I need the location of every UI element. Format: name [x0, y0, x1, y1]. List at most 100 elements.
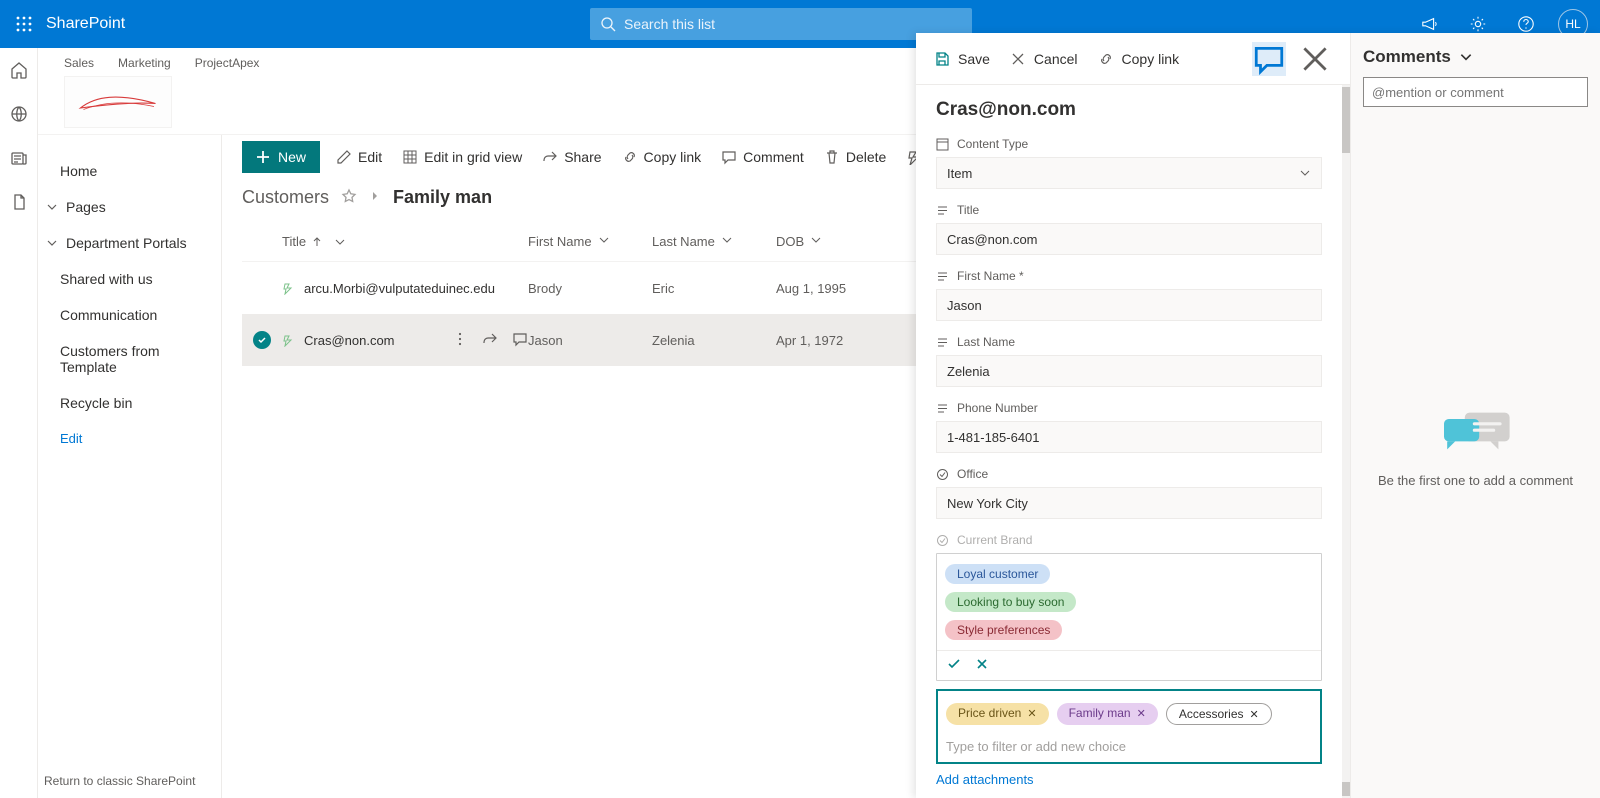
content-type-icon: [936, 138, 949, 151]
selected-chips: Price driven ✕ Family man ✕ Accessories✕: [946, 699, 1312, 729]
panel-save-label: Save: [958, 51, 990, 67]
choice-filter-input[interactable]: [946, 739, 1312, 754]
phone-input[interactable]: [936, 421, 1322, 453]
confirm-icon[interactable]: [947, 657, 961, 674]
brand-label: Current Brand: [957, 533, 1032, 547]
col-first-name[interactable]: First Name: [528, 234, 652, 249]
nav-shared[interactable]: Shared with us: [38, 261, 221, 297]
panel-cancel-button[interactable]: Cancel: [1010, 51, 1078, 67]
hub-nav-marketing[interactable]: Marketing: [118, 56, 171, 70]
copylink-label: Copy link: [644, 149, 702, 165]
text-icon: [936, 270, 949, 283]
cell-title[interactable]: arcu.Morbi@vulputateduinec.edu: [282, 281, 528, 296]
col-last-name[interactable]: Last Name: [652, 234, 776, 249]
row-comment-icon[interactable]: [512, 331, 528, 350]
comment-button[interactable]: Comment: [717, 149, 808, 165]
cell-last: Zelenia: [652, 333, 776, 348]
choice-input-box[interactable]: Price driven ✕ Family man ✕ Accessories✕: [936, 689, 1322, 764]
new-label: New: [278, 149, 306, 165]
chip-label: Family man: [1069, 706, 1131, 720]
chevron-down-icon: [46, 201, 58, 213]
grid-view-button[interactable]: Edit in grid view: [398, 149, 526, 165]
home-icon[interactable]: [9, 60, 29, 80]
nav-department-portals[interactable]: Department Portals: [38, 225, 221, 261]
field-office: Office: [936, 467, 1322, 519]
chevron-down-icon: [721, 234, 733, 246]
delete-button[interactable]: Delete: [820, 149, 890, 165]
classic-link[interactable]: Return to classic SharePoint: [44, 774, 195, 788]
nav-edit[interactable]: Edit: [38, 421, 221, 456]
nav-pages[interactable]: Pages: [38, 189, 221, 225]
panel-body: Cras@non.com Content Type Item Title Fir…: [916, 85, 1350, 798]
hub-nav-sales[interactable]: Sales: [64, 56, 94, 70]
col-title[interactable]: Title: [282, 234, 528, 249]
scrollbar[interactable]: [1342, 85, 1350, 798]
panel-copylink-button[interactable]: Copy link: [1098, 51, 1180, 67]
favorite-icon[interactable]: [341, 188, 357, 207]
edit-panel: Save Cancel Copy link Cras@non.com Conte…: [916, 33, 1600, 798]
search-box[interactable]: [590, 8, 972, 40]
last-input[interactable]: [936, 355, 1322, 387]
row-share-icon[interactable]: [482, 331, 498, 350]
row-select[interactable]: [242, 331, 282, 349]
last-label: Last Name: [957, 335, 1015, 349]
cell-title-text: Cras@non.com: [304, 333, 395, 348]
add-attachments-link[interactable]: Add attachments: [936, 772, 1034, 787]
panel-copylink-label: Copy link: [1122, 51, 1180, 67]
breadcrumb-view[interactable]: Family man: [393, 187, 492, 208]
cancel-icon[interactable]: [975, 657, 989, 674]
brand-label[interactable]: SharePoint: [46, 15, 125, 33]
close-panel-icon[interactable]: [1298, 42, 1332, 76]
comments-empty: Be the first one to add a comment: [1363, 107, 1588, 784]
chip-remove-icon[interactable]: ✕: [1027, 708, 1036, 720]
choice-option[interactable]: Loyal customer: [945, 564, 1050, 584]
nav-home[interactable]: Home: [38, 153, 221, 189]
news-icon[interactable]: [9, 148, 29, 168]
comments-heading[interactable]: Comments: [1363, 47, 1588, 67]
nav-recycle[interactable]: Recycle bin: [38, 385, 221, 421]
chevron-down-icon: [334, 236, 346, 248]
row-more-icon[interactable]: [452, 331, 468, 350]
files-icon[interactable]: [9, 192, 29, 212]
office-input[interactable]: [936, 487, 1322, 519]
nav-communication[interactable]: Communication: [38, 297, 221, 333]
choice-actions: [937, 650, 1321, 680]
panel-command-bar: Save Cancel Copy link: [916, 33, 1350, 85]
chip[interactable]: Accessories✕: [1166, 703, 1272, 725]
comments-pane: Comments Be the first one to add a comme…: [1350, 33, 1600, 798]
title-input[interactable]: [936, 223, 1322, 255]
comment-input[interactable]: [1363, 77, 1588, 107]
first-label: First Name *: [957, 269, 1024, 283]
chip[interactable]: Price driven ✕: [946, 703, 1049, 725]
choice-option[interactable]: Style preferences: [945, 620, 1062, 640]
field-first-name: First Name *: [936, 269, 1322, 321]
share-button[interactable]: Share: [538, 149, 605, 165]
app-launcher-icon[interactable]: [8, 8, 40, 40]
breadcrumb-list[interactable]: Customers: [242, 187, 329, 208]
new-button[interactable]: New: [242, 141, 320, 173]
phone-label: Phone Number: [957, 401, 1038, 415]
panel-save-button[interactable]: Save: [934, 51, 990, 67]
choice-popup: Loyal customer Looking to buy soon Style…: [936, 553, 1322, 681]
nav-customers-template[interactable]: Customers from Template: [38, 333, 221, 385]
content-type-label: Content Type: [957, 137, 1028, 151]
site-logo[interactable]: [64, 76, 172, 128]
globe-icon[interactable]: [9, 104, 29, 124]
toggle-comments-icon[interactable]: [1252, 42, 1286, 76]
content-type-select[interactable]: Item: [936, 157, 1322, 189]
col-dob[interactable]: DOB: [776, 234, 896, 249]
chip-remove-icon[interactable]: ✕: [1250, 709, 1259, 721]
gridview-label: Edit in grid view: [424, 149, 522, 165]
copy-link-button[interactable]: Copy link: [618, 149, 706, 165]
chip[interactable]: Family man ✕: [1057, 703, 1158, 725]
choice-option[interactable]: Looking to buy soon: [945, 592, 1076, 612]
flow-icon: [282, 333, 296, 347]
edit-button[interactable]: Edit: [332, 149, 386, 165]
chip-label: Price driven: [958, 706, 1021, 720]
first-input[interactable]: [936, 289, 1322, 321]
cell-first: Jason: [528, 333, 652, 348]
chip-remove-icon[interactable]: ✕: [1137, 708, 1146, 720]
cell-title[interactable]: Cras@non.com: [282, 331, 528, 350]
hub-nav-projectapex[interactable]: ProjectApex: [195, 56, 260, 70]
text-icon: [936, 336, 949, 349]
